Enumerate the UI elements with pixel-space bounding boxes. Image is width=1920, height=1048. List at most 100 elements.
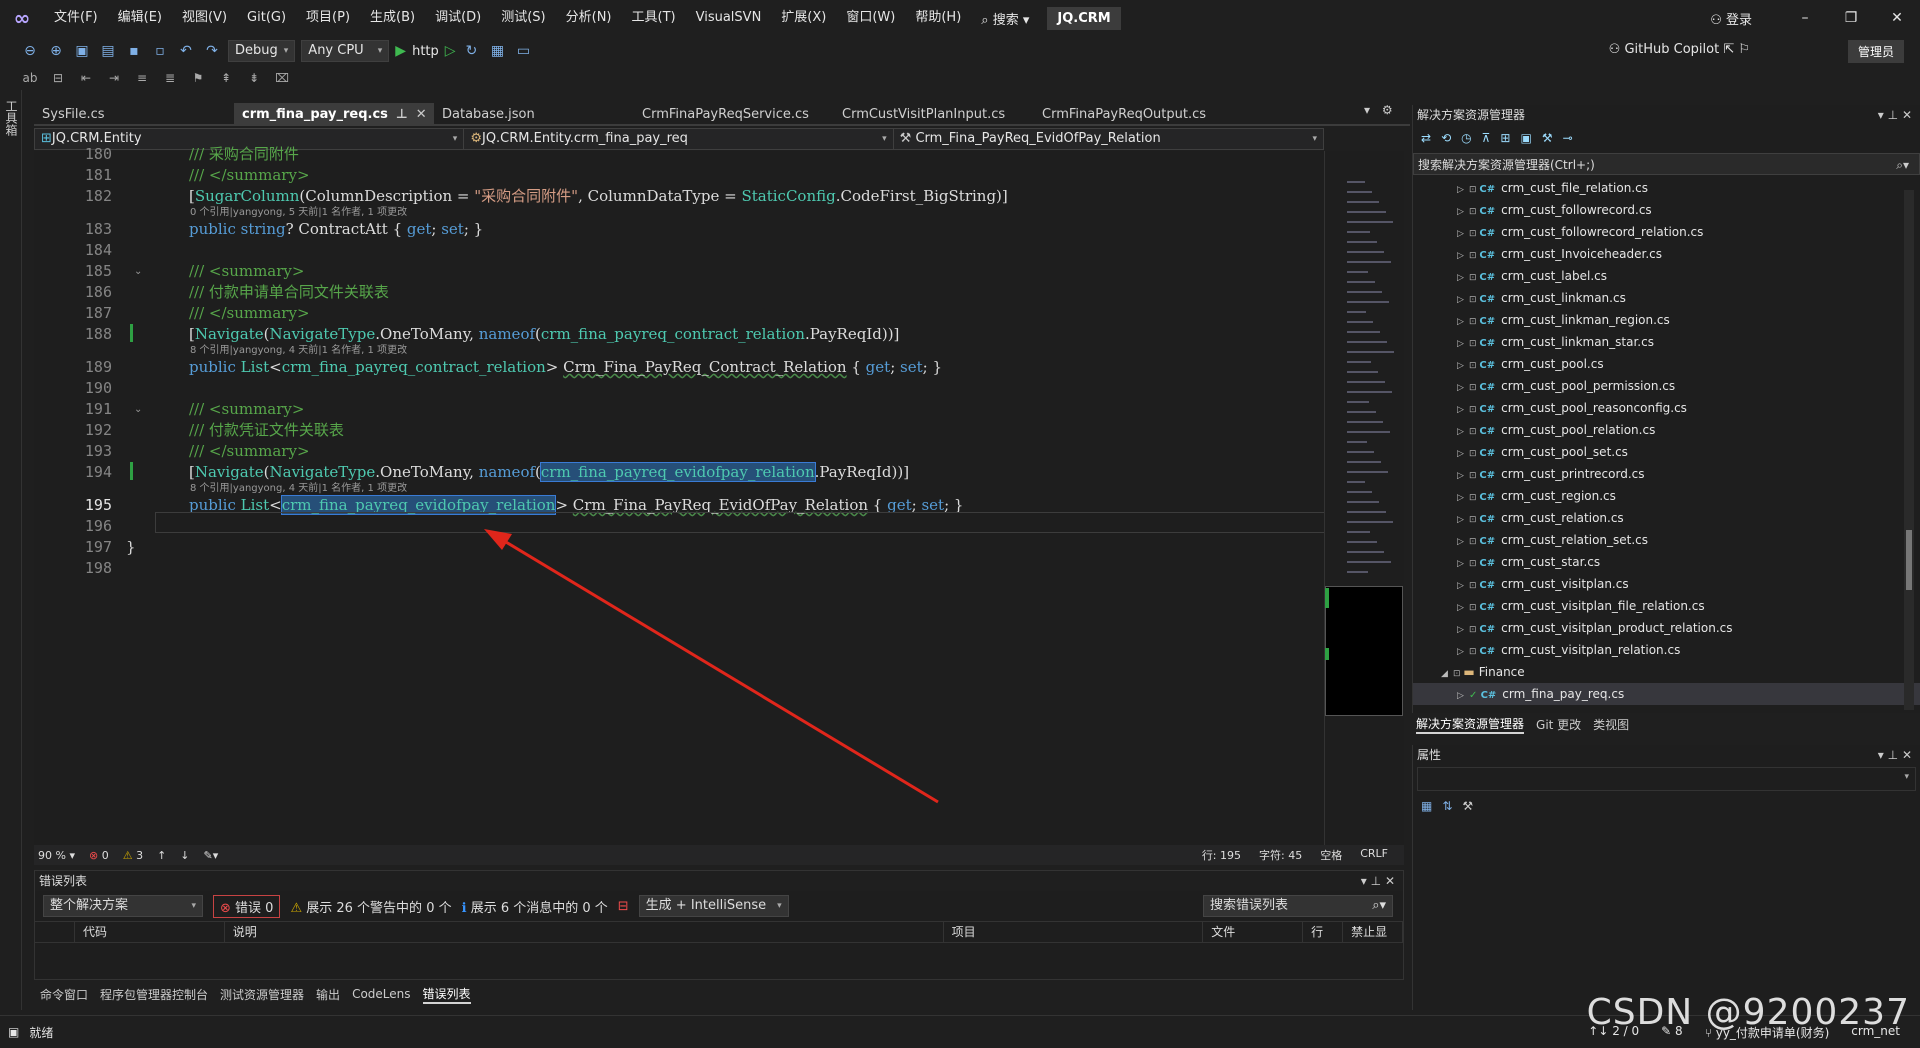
bottom-tab[interactable]: 输出 <box>316 986 340 1003</box>
panel-menu-icon[interactable]: ▾ <box>1878 108 1884 122</box>
close-tab-icon[interactable]: ✕ <box>416 107 427 122</box>
bookmark-icon[interactable]: ⚑ <box>188 71 208 85</box>
start-debugging-icon[interactable]: ▶ <box>395 43 406 59</box>
categorized-icon[interactable]: ▦ <box>1421 799 1432 813</box>
column-header[interactable]: 文件 <box>1203 921 1304 943</box>
solution-side-tab[interactable]: 解决方案资源管理器 <box>1416 715 1525 734</box>
codelens-info[interactable]: 8 个引用|yangyong, 4 天前|1 名作者, 1 项更改 <box>190 479 407 494</box>
solution-scrollbar[interactable] <box>1904 190 1914 710</box>
expand-arrow-icon[interactable]: ▷ <box>1457 641 1469 663</box>
line-indicator[interactable]: 行: 195 <box>1202 847 1241 863</box>
tree-file[interactable]: ▷ ⊡ C# crm_cust_file_relation.cs <box>1413 177 1920 199</box>
tab-sysfile-cs[interactable]: SysFile.cs <box>34 103 234 126</box>
code-line[interactable]: 192 /// 付款凭证文件关联表 <box>34 420 1324 441</box>
tree-file[interactable]: ▷ ⊡ C# crm_cust_star.cs <box>1413 551 1920 573</box>
expand-arrow-icon[interactable]: ▷ <box>1457 619 1469 641</box>
expand-arrow-icon[interactable]: ▷ <box>1457 443 1469 465</box>
tree-file[interactable]: ▷ ⊡ C# crm_cust_region.cs <box>1413 485 1920 507</box>
solution-search-input[interactable]: 搜索解决方案资源管理器(Ctrl+;) ⌕▾ <box>1413 153 1920 175</box>
undo-icon[interactable]: ↶ <box>176 43 196 59</box>
search-button[interactable]: ⌕ 搜索 ▾ <box>971 9 1039 28</box>
expand-arrow-icon[interactable]: ▷ <box>1457 399 1469 421</box>
tab-crmfinapayreqservice-cs[interactable]: CrmFinaPayReqService.cs <box>634 103 834 126</box>
severity-column[interactable] <box>35 921 75 943</box>
expand-arrow-icon[interactable]: ▷ <box>1457 267 1469 289</box>
layout-icon[interactable]: ▭ <box>514 43 534 59</box>
expand-arrow-icon[interactable]: ▷ <box>1457 245 1469 267</box>
menu-item[interactable]: 调试(D) <box>425 0 491 36</box>
menu-item[interactable]: 项目(P) <box>296 0 360 36</box>
indent-icon[interactable]: ⇥ <box>104 71 124 85</box>
menu-item[interactable]: 分析(N) <box>556 0 622 36</box>
expand-arrow-icon[interactable]: ▷ <box>1457 311 1469 333</box>
code-line[interactable]: 185 ⌄ /// <summary> <box>34 261 1324 282</box>
spellcheck-icon[interactable]: ab <box>20 71 40 85</box>
login-button[interactable]: ⚇ 登录 <box>1710 9 1752 28</box>
expand-arrow-icon[interactable]: ▷ <box>1457 487 1469 509</box>
save-icon[interactable]: ▪ <box>124 43 144 59</box>
expand-arrow-icon[interactable]: ▷ <box>1457 509 1469 531</box>
hot-reload-icon[interactable]: ↻ <box>462 43 482 59</box>
tree-file[interactable]: ▷ ⊡ C# crm_cust_pool_permission.cs <box>1413 375 1920 397</box>
properties-wrench-icon[interactable]: ⚒ <box>1542 131 1553 145</box>
tree-file[interactable]: ▷ ⊡ C# crm_cust_pool_relation.cs <box>1413 419 1920 441</box>
menu-item[interactable]: Git(G) <box>237 0 296 36</box>
tree-file[interactable]: ▷ ⊡ C# crm_cust_followrecord.cs <box>1413 199 1920 221</box>
tree-file[interactable]: ▷ ⊡ C# crm_cust_visitplan_product_relation… <box>1413 617 1920 639</box>
menu-item[interactable]: 扩展(X) <box>771 0 836 36</box>
panel-menu-icon[interactable]: ▾ <box>1878 748 1884 762</box>
expand-arrow-icon[interactable]: ▷ <box>1457 553 1469 575</box>
messages-filter-toggle[interactable]: ℹ 展示 6 个消息中的 0 个 <box>462 897 608 916</box>
pin-tab-icon[interactable]: ⊥ <box>396 107 408 122</box>
github-copilot-button[interactable]: ⚇ GitHub Copilot ⇱ ⚐ <box>1609 42 1750 57</box>
back-icon[interactable]: ⊖ <box>20 43 40 59</box>
toolbox-tab[interactable]: 工具箱 <box>3 100 20 136</box>
error-count[interactable]: ⊗ 0 <box>89 849 109 862</box>
bottom-tab[interactable]: 错误列表 <box>422 985 471 1004</box>
minimap-viewport[interactable] <box>1325 586 1403 716</box>
code-line[interactable]: 190 <box>34 378 1324 399</box>
tree-file[interactable]: ▷ ⊡ C# crm_cust_linkman_region.cs <box>1413 309 1920 331</box>
column-header[interactable]: 代码 <box>75 921 225 943</box>
scope-select[interactable]: 整个解决方案 ▾ <box>43 895 203 917</box>
expand-arrow-icon[interactable]: ▷ <box>1457 421 1469 443</box>
pending-changes-icon[interactable]: ◷ <box>1461 131 1471 145</box>
panel-menu-icon[interactable]: ▾ <box>1361 874 1367 888</box>
close-panel-icon[interactable]: ✕ <box>1902 748 1912 762</box>
platform-select[interactable]: Any CPU ▾ <box>301 40 390 62</box>
pin-icon[interactable]: ⊥ <box>1371 874 1381 888</box>
sync-icon[interactable]: ⟲ <box>1441 131 1451 145</box>
expand-arrow-icon[interactable]: ▷ <box>1457 531 1469 553</box>
minimize-icon[interactable]: – <box>1782 10 1828 26</box>
tree-file[interactable]: ▷ ⊡ C# crm_cust_pool_reasonconfig.cs <box>1413 397 1920 419</box>
pin-icon[interactable]: ⊥ <box>1888 748 1898 762</box>
scrollbar-thumb[interactable] <box>1906 530 1912 590</box>
format-icon[interactable]: ⊟ <box>48 71 68 85</box>
run-target[interactable]: http <box>412 44 439 59</box>
code-line[interactable]: 197} <box>34 537 1324 558</box>
menu-item[interactable]: 生成(B) <box>360 0 425 36</box>
comment-icon[interactable]: ≡ <box>132 71 152 85</box>
build-source-select[interactable]: 生成 + IntelliSense ▾ <box>638 895 789 917</box>
fold-toggle-icon[interactable]: ⌄ <box>134 261 142 282</box>
whitespace-indicator[interactable]: 空格 <box>1320 847 1342 863</box>
outdent-icon[interactable]: ⇤ <box>76 71 96 85</box>
tree-file[interactable]: ▷ ⊡ C# crm_cust_pool_set.cs <box>1413 441 1920 463</box>
tree-file[interactable]: ▷ ⊡ C# crm_cust_printrecord.cs <box>1413 463 1920 485</box>
errors-filter-toggle[interactable]: ⊗ 错误 0 <box>213 894 281 918</box>
code-line[interactable]: 181 /// </summary> <box>34 165 1324 186</box>
bottom-tab[interactable]: 命令窗口 <box>40 986 88 1003</box>
tree-file[interactable]: ▷ ⊡ C# crm_cust_pool.cs <box>1413 353 1920 375</box>
properties-object-select[interactable]: ▾ <box>1417 767 1916 791</box>
expand-arrow-icon[interactable]: ▷ <box>1457 289 1469 311</box>
line-ending-indicator[interactable]: CRLF <box>1360 847 1388 863</box>
code-editor[interactable]: 180/// 采购合同附件 181/// </summary> 182 [SugarC… <box>34 145 1324 845</box>
solution-side-tab[interactable]: 类视图 <box>1593 716 1629 733</box>
expand-arrow-icon[interactable]: ▷ <box>1457 575 1469 597</box>
error-search-input[interactable]: 搜索错误列表 ⌕▾ <box>1203 895 1393 917</box>
solution-side-tab[interactable]: Git 更改 <box>1536 716 1581 733</box>
configuration-select[interactable]: Debug ▾ <box>228 40 296 62</box>
expand-arrow-icon[interactable]: ▷ <box>1457 685 1469 707</box>
menu-item[interactable]: 视图(V) <box>172 0 237 36</box>
alphabetical-icon[interactable]: ⇅ <box>1442 799 1452 813</box>
